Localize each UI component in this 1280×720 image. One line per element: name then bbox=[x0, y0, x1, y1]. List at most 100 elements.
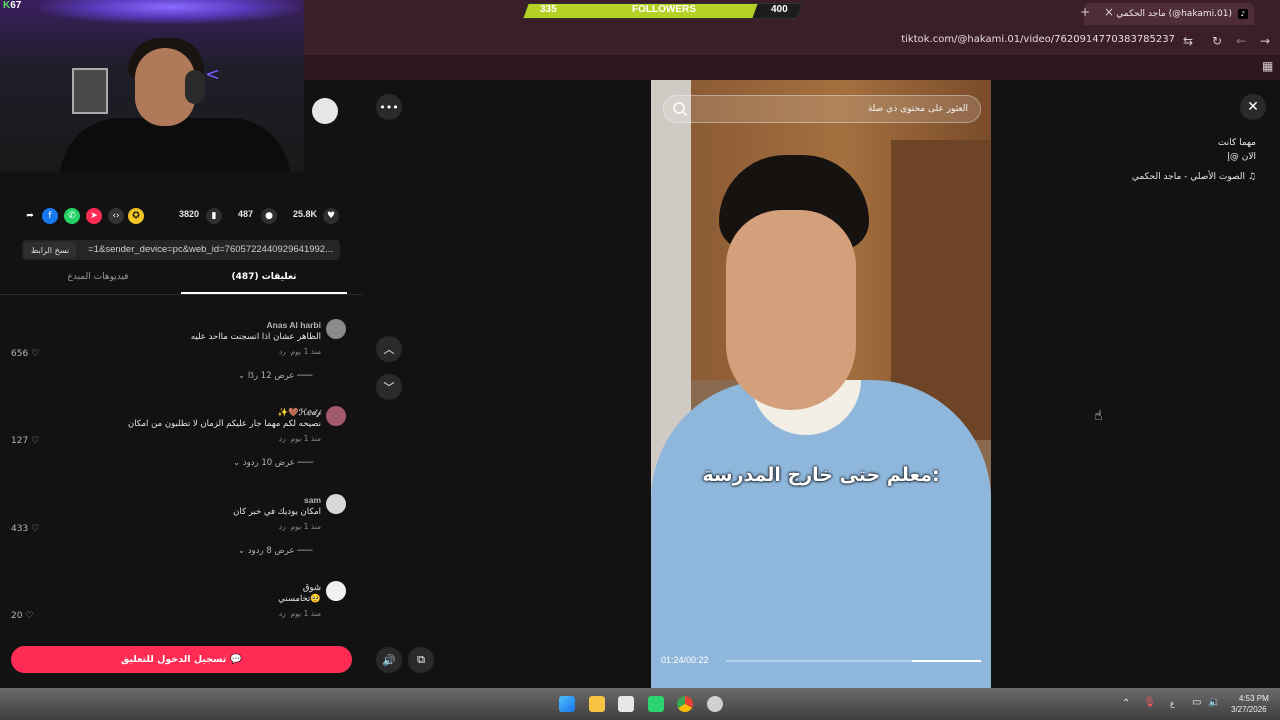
comment-like[interactable]: 127 ♡ bbox=[11, 436, 39, 446]
microphone-icon[interactable]: 🎙 bbox=[1143, 697, 1156, 708]
speaker-icon[interactable]: 🔉 bbox=[1208, 697, 1220, 708]
comments-count: 487 bbox=[238, 209, 254, 219]
tiktok-favicon-icon: ♪ bbox=[1238, 9, 1248, 19]
tab-title: ماجد الحكمي (@hakami.01) bbox=[1116, 9, 1232, 19]
next-video-button[interactable]: ﹀ bbox=[376, 374, 402, 400]
view-replies[interactable]: ⌄ عرض 10 ردود ─── bbox=[233, 458, 313, 468]
reload-icon[interactable]: ↻ bbox=[1212, 34, 1222, 48]
telegram-icon[interactable]: ➤ bbox=[86, 208, 102, 224]
comment-username[interactable]: Anas Al harbi bbox=[267, 320, 321, 330]
tab-close-icon[interactable]: × bbox=[1104, 5, 1114, 19]
url-field[interactable]: tiktok.com/@hakami.01/video/762091477038… bbox=[901, 34, 1175, 45]
video-time: 01:24/00:22 bbox=[661, 655, 709, 665]
back-icon[interactable]: ← bbox=[1236, 34, 1246, 48]
notification-icon[interactable]: ▭ bbox=[1192, 697, 1201, 708]
reply-link[interactable]: رد bbox=[279, 522, 286, 531]
sound-row[interactable]: الصوت الأصلي - ماجد الحكمي ♫ bbox=[1132, 172, 1256, 182]
apps-grid-icon[interactable]: ▦ bbox=[1262, 59, 1273, 73]
whatsapp-icon[interactable]: ✆ bbox=[64, 208, 80, 224]
view-replies-label: عرض 10 ردود bbox=[242, 458, 295, 468]
comment-time: منذ 1 يوم bbox=[290, 609, 321, 618]
view-replies-label: عرض 12 ردًا bbox=[247, 371, 295, 381]
view-replies[interactable]: ⌄ عرض 8 ردود ─── bbox=[238, 546, 313, 556]
close-video-button[interactable]: ✕ bbox=[1240, 94, 1266, 120]
comment-text: امكان يوديك في خبر كان bbox=[233, 507, 321, 517]
video-progress-bar[interactable] bbox=[726, 660, 981, 662]
video-player[interactable]: العثور على محتوى ذي صلة معلم حتى خارج ال… bbox=[651, 80, 991, 688]
comment-bubble-icon: 💬 bbox=[230, 654, 243, 665]
goal-target: 400 bbox=[771, 4, 788, 15]
stream-logo-number: 67 bbox=[10, 0, 22, 11]
webcam-overlay: < K67 bbox=[0, 0, 304, 172]
new-tab-button[interactable]: + bbox=[1080, 5, 1090, 19]
comment-like-count: 433 bbox=[11, 524, 29, 534]
comment-avatar[interactable] bbox=[326, 494, 346, 514]
video-caption: معلم حتى خارج المدرسة: bbox=[702, 464, 940, 486]
comment-username[interactable]: sam bbox=[304, 495, 321, 505]
clock-time[interactable]: 4:53 PM bbox=[1239, 694, 1269, 703]
view-replies[interactable]: ⌄ عرض 12 ردًا ─── bbox=[238, 371, 312, 381]
comment-item: ✨🤎ℋℯ𝒹𝒿 نصيحه لكم مهما جار عليكم الزمان ل… bbox=[0, 406, 363, 486]
comment-bubble-icon[interactable]: ● bbox=[261, 208, 277, 224]
cam-headset bbox=[185, 70, 205, 104]
share-link-text[interactable]: =1&sender_device=pc&web_id=7605722440929… bbox=[88, 244, 333, 255]
comment-avatar[interactable] bbox=[326, 581, 346, 601]
copy-link-button[interactable]: نسخ الرابط bbox=[24, 242, 76, 258]
streaming-app-icon[interactable] bbox=[648, 696, 664, 712]
comment-username[interactable]: شوق bbox=[303, 582, 321, 593]
comment-like[interactable]: 433 ♡ bbox=[11, 524, 39, 534]
repost-icon[interactable]: ✪ bbox=[128, 208, 144, 224]
heart-outline-icon: ♡ bbox=[31, 524, 40, 534]
comment-like[interactable]: 656 ♡ bbox=[11, 349, 39, 359]
comment-text: تخامسني🥺 bbox=[278, 594, 321, 604]
view-replies-label: عرض 8 ردود bbox=[247, 546, 295, 556]
stream-logo: K67 bbox=[3, 0, 21, 11]
language-indicator[interactable]: ع bbox=[1170, 699, 1175, 708]
file-explorer-icon[interactable] bbox=[589, 696, 605, 712]
comment-like[interactable]: 20 ♡ bbox=[11, 611, 33, 621]
facebook-icon[interactable]: f bbox=[42, 208, 58, 224]
related-search-box[interactable]: العثور على محتوى ذي صلة bbox=[663, 95, 981, 123]
forward-icon[interactable]: → bbox=[1260, 34, 1270, 48]
heart-icon[interactable]: ♥ bbox=[323, 208, 339, 224]
search-icon[interactable] bbox=[672, 101, 688, 117]
windows-start-icon[interactable] bbox=[559, 696, 575, 712]
chrome-icon[interactable] bbox=[677, 696, 693, 712]
action-row: ➦ f ✆ ➤ ‹› ✪ 3820 ▮ 487 ● 25.8K ♥ bbox=[0, 205, 363, 227]
comment-avatar[interactable] bbox=[326, 319, 346, 339]
tab-comments[interactable]: تعليقات (487) bbox=[181, 272, 347, 294]
comment-meta: منذ 1 يوم رد bbox=[279, 609, 321, 618]
saves-count: 3820 bbox=[179, 209, 200, 219]
comment-username[interactable]: ✨🤎ℋℯ𝒹𝒿 bbox=[277, 407, 321, 418]
video-progress-fill bbox=[912, 660, 981, 662]
store-icon[interactable] bbox=[618, 696, 634, 712]
tab-creator-videos[interactable]: فيديوهات المبدع bbox=[15, 272, 181, 294]
reader-icon[interactable]: ⇆ bbox=[1183, 34, 1193, 48]
reply-link[interactable]: رد bbox=[279, 609, 286, 618]
login-label: تسجيل الدخول للتعليق bbox=[120, 654, 227, 665]
comment-time: منذ 1 يوم bbox=[290, 347, 321, 356]
login-to-comment-button[interactable]: تسجيل الدخول للتعليق 💬 bbox=[11, 646, 352, 673]
volume-button[interactable]: 🔊 bbox=[376, 647, 402, 673]
reply-link[interactable]: رد bbox=[279, 347, 286, 356]
settings-gear-icon[interactable] bbox=[707, 696, 723, 712]
tray-chevron-icon[interactable]: ⌃ bbox=[1122, 698, 1130, 709]
comment-avatar[interactable] bbox=[326, 406, 346, 426]
cam-light bbox=[40, 0, 300, 24]
creator-avatar[interactable] bbox=[312, 98, 338, 124]
comment-like-count: 127 bbox=[11, 436, 29, 446]
share-arrow-icon[interactable]: ➦ bbox=[22, 208, 38, 224]
reply-link[interactable]: رد bbox=[279, 434, 286, 443]
goal-label: FOLLOWERS bbox=[632, 4, 696, 15]
bookmark-icon[interactable]: ▮ bbox=[206, 208, 222, 224]
tabs-divider bbox=[0, 294, 363, 295]
embed-icon[interactable]: ‹› bbox=[108, 208, 124, 224]
picture-in-picture-button[interactable]: ⧉ bbox=[408, 647, 434, 673]
more-options-button[interactable]: ••• bbox=[376, 94, 402, 120]
cam-wall-frame bbox=[72, 68, 108, 114]
comment-meta: منذ 1 يوم رد bbox=[279, 434, 321, 443]
cam-person-body bbox=[60, 118, 290, 172]
clock-date[interactable]: 3/27/2026 bbox=[1231, 705, 1267, 714]
previous-video-button[interactable]: ︿ bbox=[376, 336, 402, 362]
description-line-1: مهما كانت bbox=[1217, 138, 1256, 148]
